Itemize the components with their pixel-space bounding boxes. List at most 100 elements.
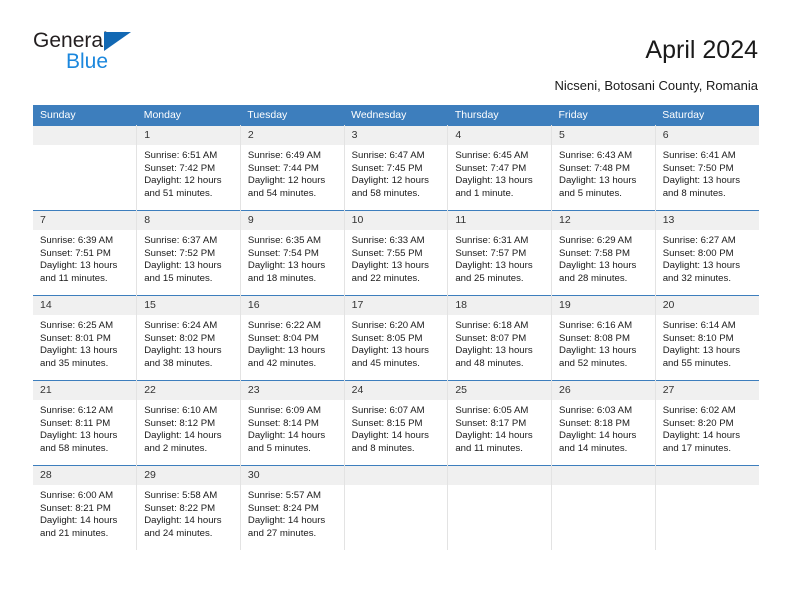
day-details: Sunrise: 6:10 AM Sunset: 8:12 PM Daylight:… (137, 400, 240, 455)
daylight-text-line2: and 5 minutes. (247, 442, 311, 454)
day-number (552, 466, 655, 485)
calendar-day-cell[interactable]: 9 Sunrise: 6:35 AM Sunset: 7:54 PM Daylight… (239, 210, 345, 296)
calendar-day-cell[interactable]: 16 Sunrise: 6:22 AM Sunset: 8:04 PM Dayligh… (239, 295, 345, 381)
calendar-day-cell[interactable]: 6 Sunrise: 6:41 AM Sunset: 7:50 PM Daylight… (654, 125, 759, 211)
calendar-day-cell[interactable]: 7 Sunrise: 6:39 AM Sunset: 7:51 PM Daylight… (33, 210, 138, 296)
day-details: Sunrise: 6:24 AM Sunset: 8:02 PM Daylight:… (137, 315, 240, 370)
calendar-day-cell[interactable]: 3 Sunrise: 6:47 AM Sunset: 7:45 PM Daylight… (343, 125, 449, 211)
calendar-cell-empty (33, 125, 138, 211)
day-number: 21 (33, 381, 137, 400)
page-subtitle: Nicseni, Botosani County, Romania (554, 78, 758, 93)
day-number: 1 (137, 126, 240, 145)
sunset-text: Sunset: 8:20 PM (662, 417, 734, 429)
daylight-text-line2: and 58 minutes. (40, 442, 109, 454)
calendar-day-cell[interactable]: 11 Sunrise: 6:31 AM Sunset: 7:57 PM Dayligh… (447, 210, 553, 296)
daylight-text-line2: and 15 minutes. (144, 272, 213, 284)
day-number: 5 (552, 126, 655, 145)
calendar-day-cell[interactable]: 1 Sunrise: 6:51 AM Sunset: 7:42 PM Daylight… (136, 125, 241, 211)
day-number: 29 (137, 466, 240, 485)
day-details: Sunrise: 6:16 AM Sunset: 8:08 PM Daylight:… (552, 315, 655, 370)
calendar-day-cell[interactable]: 24 Sunrise: 6:07 AM Sunset: 8:15 PM Dayligh… (343, 380, 449, 466)
day-details: Sunrise: 6:22 AM Sunset: 8:04 PM Daylight:… (241, 315, 344, 370)
day-number: 20 (655, 296, 759, 315)
calendar-day-cell[interactable]: 20 Sunrise: 6:14 AM Sunset: 8:10 PM Dayligh… (654, 295, 759, 381)
daylight-text-line1: Daylight: 14 hours (247, 515, 326, 527)
daylight-text-line1: Daylight: 13 hours (455, 345, 533, 357)
sunset-text: Sunset: 8:00 PM (662, 247, 734, 259)
day-number: 15 (137, 296, 240, 315)
day-number: 4 (448, 126, 552, 145)
calendar-day-cell[interactable]: 30 Sunrise: 5:57 AM Sunset: 8:24 PM Dayligh… (239, 465, 345, 550)
daylight-text-line2: and 35 minutes. (40, 357, 109, 369)
sunrise-text: Sunrise: 6:41 AM (662, 150, 736, 161)
calendar-day-cell[interactable]: 19 Sunrise: 6:16 AM Sunset: 8:08 PM Dayligh… (551, 295, 656, 381)
calendar-day-cell[interactable]: 13 Sunrise: 6:27 AM Sunset: 8:00 PM Dayligh… (654, 210, 759, 296)
sunset-text: Sunset: 7:52 PM (144, 247, 216, 259)
calendar-day-cell[interactable]: 29 Sunrise: 5:58 AM Sunset: 8:22 PM Dayligh… (136, 465, 241, 550)
weekday-header-thursday: Thursday (447, 105, 552, 126)
calendar-day-cell[interactable]: 8 Sunrise: 6:37 AM Sunset: 7:52 PM Daylight… (136, 210, 241, 296)
daylight-text-line1: Daylight: 12 hours (351, 175, 429, 187)
calendar-day-cell[interactable]: 22 Sunrise: 6:10 AM Sunset: 8:12 PM Dayligh… (136, 380, 241, 466)
calendar-day-cell[interactable]: 15 Sunrise: 6:24 AM Sunset: 8:02 PM Dayligh… (136, 295, 241, 381)
weekday-header-wednesday: Wednesday (344, 105, 448, 126)
logo-triangle-icon (104, 32, 131, 51)
sunset-text: Sunset: 8:22 PM (144, 502, 216, 514)
daylight-text-line1: Daylight: 14 hours (662, 430, 741, 442)
day-details: Sunrise: 6:18 AM Sunset: 8:07 PM Daylight:… (448, 315, 551, 370)
sunrise-text: Sunrise: 6:07 AM (351, 405, 425, 416)
sunset-text: Sunset: 8:24 PM (247, 502, 319, 514)
calendar-day-cell[interactable]: 4 Sunrise: 6:45 AM Sunset: 7:47 PM Daylight… (447, 125, 553, 211)
daylight-text-line1: Daylight: 14 hours (144, 515, 222, 527)
sunset-text: Sunset: 8:14 PM (247, 417, 319, 429)
daylight-text-line2: and 18 minutes. (247, 272, 317, 284)
daylight-text-line2: and 45 minutes. (351, 357, 420, 369)
calendar-day-cell[interactable]: 23 Sunrise: 6:09 AM Sunset: 8:14 PM Dayligh… (239, 380, 345, 466)
calendar-day-cell[interactable]: 21 Sunrise: 6:12 AM Sunset: 8:11 PM Dayligh… (33, 380, 138, 466)
sunset-text: Sunset: 8:17 PM (455, 417, 527, 429)
day-details: Sunrise: 6:47 AM Sunset: 7:45 PM Daylight:… (345, 145, 448, 200)
calendar-day-cell[interactable]: 2 Sunrise: 6:49 AM Sunset: 7:44 PM Daylight… (239, 125, 345, 211)
calendar-day-cell[interactable]: 10 Sunrise: 6:33 AM Sunset: 7:55 PM Dayligh… (343, 210, 449, 296)
weekday-header-sunday: Sunday (33, 105, 137, 126)
calendar-day-cell[interactable]: 14 Sunrise: 6:25 AM Sunset: 8:01 PM Dayligh… (33, 295, 138, 381)
sunrise-text: Sunrise: 6:00 AM (40, 490, 114, 501)
day-details: Sunrise: 6:37 AM Sunset: 7:52 PM Daylight:… (137, 230, 240, 285)
calendar-day-cell[interactable]: 25 Sunrise: 6:05 AM Sunset: 8:17 PM Dayligh… (447, 380, 553, 466)
logo-text-general: General (33, 29, 108, 52)
weekday-header-tuesday: Tuesday (240, 105, 345, 126)
day-details: Sunrise: 6:25 AM Sunset: 8:01 PM Daylight:… (33, 315, 136, 370)
day-number: 6 (655, 126, 759, 145)
sunset-text: Sunset: 7:54 PM (247, 247, 319, 259)
calendar-day-cell[interactable]: 12 Sunrise: 6:29 AM Sunset: 7:58 PM Dayligh… (551, 210, 656, 296)
sunrise-text: Sunrise: 6:37 AM (144, 235, 218, 246)
daylight-text-line2: and 11 minutes. (455, 442, 523, 454)
day-number: 9 (240, 211, 344, 230)
daylight-text-line1: Daylight: 14 hours (351, 430, 429, 442)
daylight-text-line2: and 38 minutes. (144, 357, 213, 369)
sunrise-text: Sunrise: 6:22 AM (247, 320, 321, 331)
calendar-day-cell[interactable]: 18 Sunrise: 6:18 AM Sunset: 8:07 PM Dayligh… (447, 295, 553, 381)
calendar-day-cell[interactable]: 5 Sunrise: 6:43 AM Sunset: 7:48 PM Daylight… (551, 125, 656, 211)
calendar-day-cell[interactable]: 17 Sunrise: 6:20 AM Sunset: 8:05 PM Dayligh… (343, 295, 449, 381)
day-number: 14 (33, 296, 137, 315)
day-details: Sunrise: 6:29 AM Sunset: 7:58 PM Daylight:… (552, 230, 655, 285)
weekday-header-row: Sunday Monday Tuesday Wednesday Thursday… (33, 105, 759, 126)
sunrise-text: Sunrise: 6:43 AM (559, 150, 633, 161)
day-number: 19 (552, 296, 655, 315)
sunset-text: Sunset: 7:55 PM (351, 247, 423, 259)
calendar-day-cell[interactable]: 27 Sunrise: 6:02 AM Sunset: 8:20 PM Dayligh… (654, 380, 759, 466)
daylight-text-line2: and 25 minutes. (455, 272, 524, 284)
day-details: Sunrise: 6:49 AM Sunset: 7:44 PM Daylight:… (241, 145, 344, 200)
calendar-day-cell[interactable]: 28 Sunrise: 6:00 AM Sunset: 8:21 PM Dayligh… (33, 465, 138, 550)
generalblue-logo[interactable]: General Blue (33, 30, 203, 74)
daylight-text-line2: and 8 minutes. (351, 442, 415, 454)
calendar-week-row: 1 Sunrise: 6:51 AM Sunset: 7:42 PM Daylight… (33, 125, 759, 211)
sunrise-text: Sunrise: 6:47 AM (351, 150, 425, 161)
calendar-day-cell[interactable]: 26 Sunrise: 6:03 AM Sunset: 8:18 PM Dayligh… (551, 380, 656, 466)
daylight-text-line1: Daylight: 14 hours (247, 430, 326, 442)
sunrise-text: Sunrise: 6:35 AM (247, 235, 321, 246)
daylight-text-line2: and 32 minutes. (662, 272, 731, 284)
weekday-header-friday: Friday (551, 105, 656, 126)
daylight-text-line1: Daylight: 13 hours (662, 260, 741, 272)
